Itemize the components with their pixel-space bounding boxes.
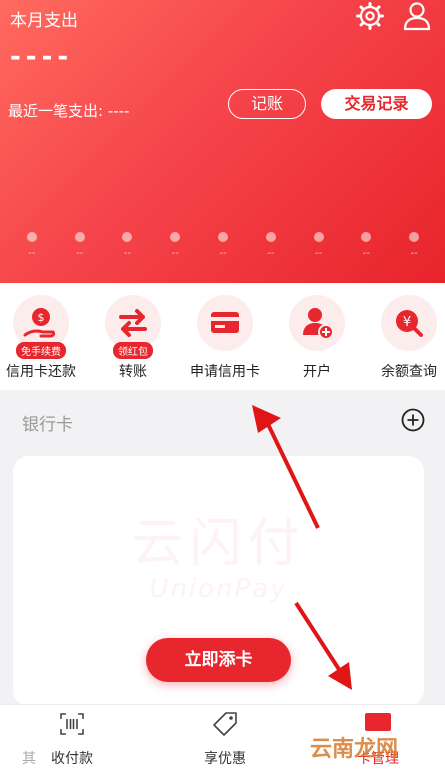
trend-point: -- [151, 232, 199, 262]
trend-point: -- [104, 232, 152, 262]
expense-amount: ---- [10, 42, 74, 72]
svg-text:¥: ¥ [403, 315, 411, 330]
red-packet-badge: 领红包 [113, 342, 153, 359]
tab-pay[interactable]: 收付款 [22, 705, 122, 770]
expense-trend: -- -- -- -- -- -- -- -- -- [8, 232, 438, 262]
trend-point: -- [56, 232, 104, 262]
trend-point: -- [342, 232, 390, 262]
expense-header: 本月支出 ---- 最近一笔支出: ---- 记账 交易记录 -- -- -- … [0, 0, 445, 283]
add-card-button[interactable]: 立即添卡 [146, 638, 291, 682]
bank-card-panel: 云闪付 UnionPay 立即添卡 [13, 456, 424, 706]
user-icon[interactable] [402, 1, 432, 31]
quick-action-label: 信用卡还款 [6, 364, 76, 380]
svg-text:$: $ [38, 311, 45, 324]
quick-action-apply-card[interactable]: 申请信用卡 [180, 295, 270, 381]
quick-action-balance[interactable]: ¥ 余额查询 [364, 295, 445, 381]
quick-action-transfer[interactable]: 领红包 转账 [88, 295, 178, 381]
unionpay-watermark-en: UnionPay [149, 574, 288, 604]
quick-action-label: 开户 [303, 364, 331, 380]
trend-point: -- [8, 232, 56, 262]
trend-point: -- [295, 232, 343, 262]
trend-point: -- [390, 232, 438, 262]
quick-action-label: 申请信用卡 [190, 364, 260, 380]
bottom-tab-bar: 其 收付款 享优惠 卡管理 云南龙网 [0, 704, 445, 770]
gear-icon[interactable] [355, 2, 385, 30]
site-watermark: 云南龙网 [310, 736, 399, 762]
bank-card-title: 银行卡 [22, 415, 73, 435]
quick-action-repay[interactable]: $ 免手续费 信用卡还款 [0, 295, 86, 381]
card-apply-icon [211, 312, 239, 333]
quick-action-open-account[interactable]: 开户 [272, 295, 362, 381]
tab-label: 享优惠 [204, 751, 246, 767]
tab-label: 收付款 [51, 751, 93, 767]
trend-point: -- [199, 232, 247, 262]
recent-expense: 最近一笔支出: ---- [8, 102, 130, 120]
balance-icon: ¥ [396, 310, 423, 337]
record-button[interactable]: 记账 [228, 89, 306, 119]
scan-pay-icon [60, 713, 84, 735]
quick-action-label: 转账 [119, 364, 147, 380]
add-circle-icon[interactable] [401, 408, 425, 432]
bank-card-header: 银行卡 [0, 390, 445, 450]
tab-deals[interactable]: 享优惠 [175, 705, 275, 770]
transactions-button[interactable]: 交易记录 [321, 89, 432, 119]
trend-point: -- [247, 232, 295, 262]
quick-actions: $ 免手续费 信用卡还款 领红包 转账 申请信用卡 开户 ¥ 余额查询 [0, 283, 445, 390]
unionpay-watermark: 云闪付 [131, 514, 306, 574]
open-account-icon [303, 308, 334, 340]
quick-action-label: 余额查询 [381, 364, 437, 380]
fee-free-badge: 免手续费 [16, 342, 66, 359]
tag-icon [213, 712, 237, 736]
month-expense-title: 本月支出 [10, 11, 78, 31]
